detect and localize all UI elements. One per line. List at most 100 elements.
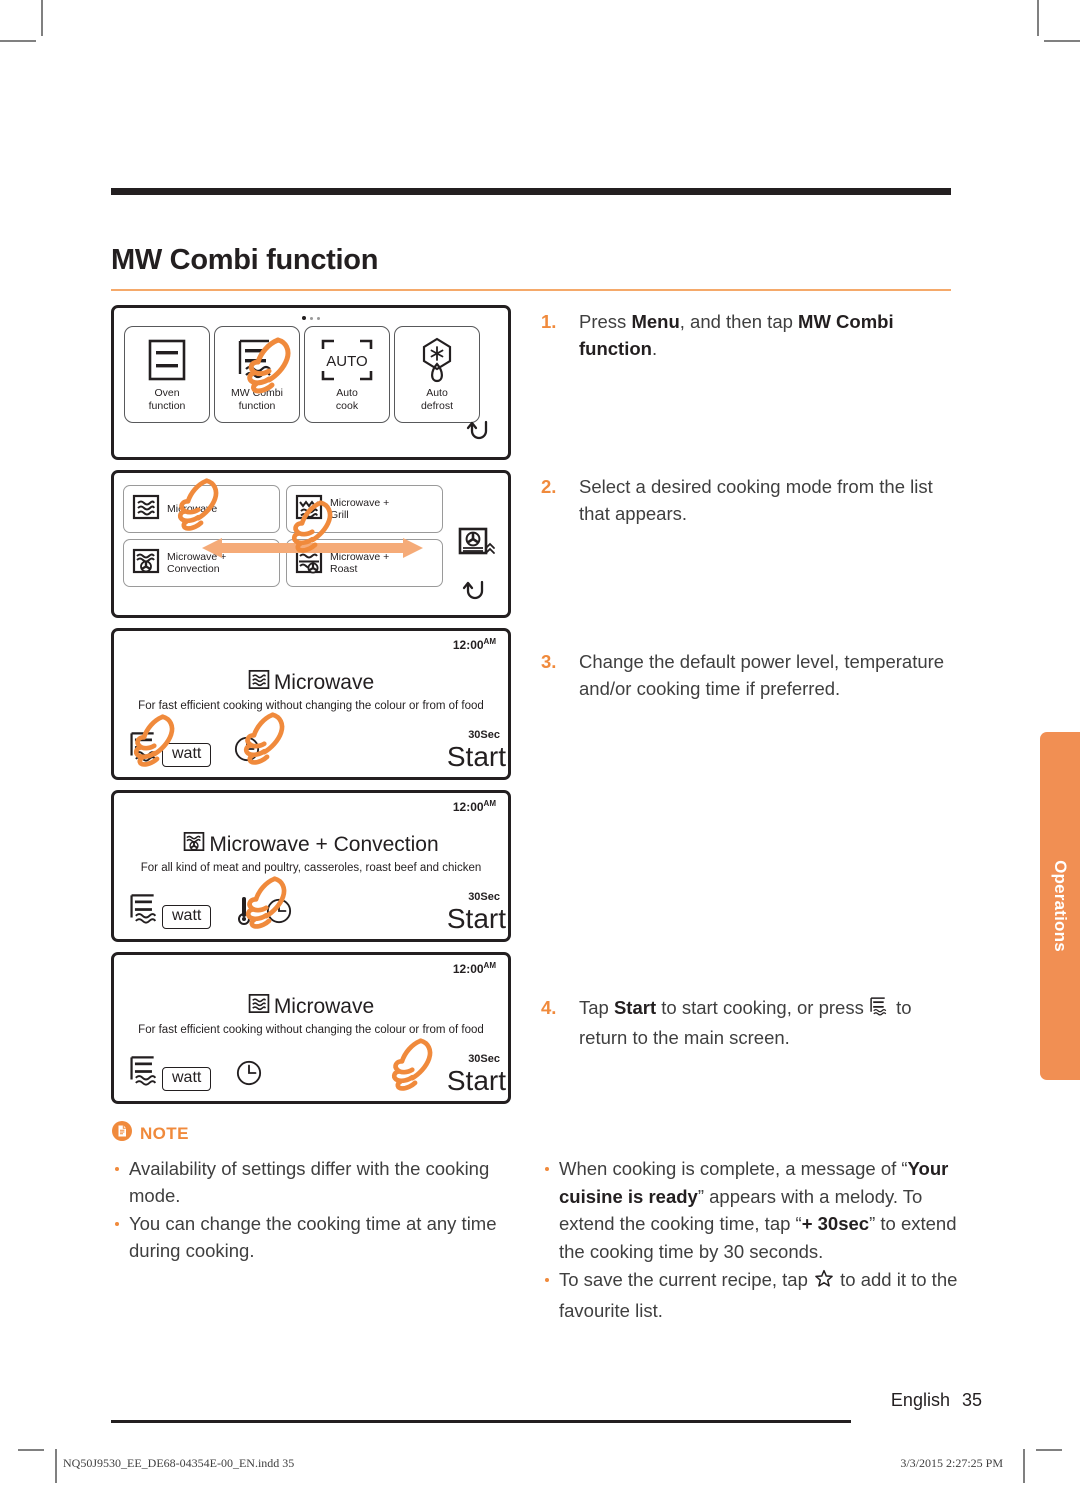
crop-mark-bottom-left-vertical <box>55 1449 57 1483</box>
microwave-grill-icon <box>295 494 323 525</box>
footer-page-number: 35 <box>961 1390 982 1410</box>
watt-button[interactable]: watt <box>162 743 212 767</box>
tile-caption-line1: MW Combi <box>231 387 283 399</box>
cooking-mode-list-illustration: Microwave Microwave + Grill Microwave + … <box>111 470 511 618</box>
cooking-mode-row: Microwave Microwave + Grill <box>123 485 443 533</box>
step-number: 2. <box>541 476 557 497</box>
thermometer-icon[interactable] <box>236 896 252 931</box>
home-microwave-icon <box>869 996 891 1024</box>
start-button[interactable]: Start <box>447 903 506 935</box>
clock-icon[interactable] <box>234 736 260 767</box>
menu-tile-oven-function[interactable]: Oven function <box>124 326 210 423</box>
step-text: Press Menu, and then tap MW Combi functi… <box>579 308 961 362</box>
auto-cook-icon: AUTO <box>320 336 374 383</box>
step-text-part: , and then tap <box>679 311 799 332</box>
lcd-mode-title-row: Microwave <box>114 669 508 696</box>
home-microwave-icon[interactable] <box>128 730 164 769</box>
tile-caption-line2: cook <box>335 399 359 412</box>
crop-mark-top-right-horizontal <box>1044 40 1080 42</box>
step-number: 3. <box>541 651 557 672</box>
step-3: 3. Change the default power level, tempe… <box>541 648 961 702</box>
start-button[interactable]: Start <box>447 1065 506 1097</box>
microwave-convection-icon <box>183 831 205 858</box>
note-label: NOTE <box>140 1123 189 1143</box>
crop-mark-top-right-vertical <box>1037 0 1039 36</box>
lcd-clock-suffix: AM <box>483 961 496 970</box>
step-number: 1. <box>541 311 557 332</box>
lcd-clock-time: 12:00 <box>452 962 484 976</box>
step-text-bold: Start <box>613 997 657 1018</box>
step-text-part: . <box>651 338 658 359</box>
step-4: 4. Tap Start to start cooking, or press … <box>541 994 961 1051</box>
crop-mark-bottom-right-vertical <box>1023 1449 1025 1483</box>
return-arrow-icon[interactable] <box>464 416 494 451</box>
lcd-clock-time: 12:00 <box>452 638 484 652</box>
tail-bullet-item: When cooking is complete, a message of “… <box>541 1155 966 1265</box>
step-text-part: Press <box>579 311 632 332</box>
lcd-mode-description: For fast efficient cooking without chang… <box>130 1023 492 1038</box>
svg-text:AUTO: AUTO <box>326 353 367 370</box>
home-microwave-icon[interactable] <box>128 1054 164 1093</box>
tail-text-bold: + 30sec <box>801 1213 870 1234</box>
menu-tile-mw-combi-function[interactable]: MW Combi function <box>214 326 300 423</box>
pointing-hand-icon <box>386 1037 446 1100</box>
microwave-convection-icon <box>132 548 160 579</box>
mode-label-line2: Convection <box>167 563 220 575</box>
footer-language-page: English 35 <box>891 1390 982 1411</box>
microwave-icon <box>248 669 270 696</box>
plus-30sec-label: 30Sec <box>468 729 500 741</box>
tail-bullet-list: When cooking is complete, a message of “… <box>541 1155 966 1325</box>
watt-button[interactable]: watt <box>162 1067 212 1091</box>
page-dots-indicator <box>302 316 320 320</box>
auto-defrost-icon <box>417 336 457 383</box>
menu-screen-illustration: Oven function MW Combi function AUTO Aut… <box>111 305 511 460</box>
start-button[interactable]: Start <box>447 741 506 773</box>
home-microwave-icon[interactable] <box>128 892 164 931</box>
print-source-filename: NQ50J9530_EE_DE68-04354E-00_EN.indd 35 <box>63 1456 295 1470</box>
note-heading: NOTE <box>111 1120 511 1147</box>
menu-tile-auto-cook[interactable]: AUTO Auto cook <box>304 326 390 423</box>
lcd-description-line2: from of food <box>422 700 484 712</box>
convection-next-page-icon[interactable] <box>458 527 496 566</box>
lcd-description-line1: For fast efficient cooking without chang… <box>138 1024 420 1036</box>
oven-function-icon <box>147 336 187 383</box>
lcd-clock: 12:00AM <box>453 961 496 976</box>
clock-icon[interactable] <box>236 1060 262 1091</box>
menu-tile-auto-defrost[interactable]: Auto defrost <box>394 326 480 423</box>
tile-caption-line2: function <box>238 399 276 412</box>
step-2: 2. Select a desired cooking mode from th… <box>541 473 961 527</box>
tile-caption-line1: Auto <box>426 387 448 399</box>
mode-label: Microwave + Grill <box>330 497 389 522</box>
lcd-clock: 12:00AM <box>453 799 496 814</box>
mode-label: Microwave <box>167 502 218 515</box>
step-text-part: to start cooking, or press <box>656 997 869 1018</box>
crop-mark-bottom-left-horizontal <box>18 1449 44 1451</box>
step-text-bold: Menu <box>631 311 680 332</box>
mode-cell-microwave[interactable]: Microwave <box>123 485 280 533</box>
page-title: MW Combi function <box>111 244 379 276</box>
footer-language: English <box>890 1390 950 1410</box>
tail-bullet-item: To save the current recipe, tap to add i… <box>541 1266 966 1324</box>
mode-cell-microwave-grill[interactable]: Microwave + Grill <box>286 485 443 533</box>
microwave-start-illustration: 12:00AM Microwave For fast efficient coo… <box>111 952 511 1104</box>
step-text: Select a desired cooking mode from the l… <box>579 476 933 524</box>
tile-caption-line2: defrost <box>420 399 454 412</box>
header-rule <box>111 188 951 195</box>
lcd-description-line1: For fast efficient cooking without chang… <box>138 700 420 712</box>
microwave-convection-setting-illustration: 12:00AM Microwave + Convection For all k… <box>111 790 511 942</box>
lcd-description-line2: and chicken <box>419 862 482 874</box>
star-favourite-icon <box>813 1268 835 1297</box>
section-tab-operations[interactable]: Operations <box>1040 732 1080 1080</box>
return-arrow-icon[interactable] <box>460 576 490 611</box>
microwave-icon <box>248 993 270 1020</box>
watt-button[interactable]: watt <box>162 905 212 929</box>
lcd-mode-title: Microwave <box>273 670 375 694</box>
lcd-clock-time: 12:00 <box>452 800 484 814</box>
lcd-mode-title: Microwave + Convection <box>209 832 439 856</box>
microwave-icon <box>132 494 160 525</box>
tile-caption-line1: Auto <box>336 387 358 399</box>
lcd-mode-title-row: Microwave + Convection <box>114 831 508 858</box>
mode-label-line2: Roast <box>330 563 358 575</box>
step-text: Tap Start to start cooking, or press to … <box>579 994 961 1051</box>
clock-icon[interactable] <box>266 898 292 929</box>
